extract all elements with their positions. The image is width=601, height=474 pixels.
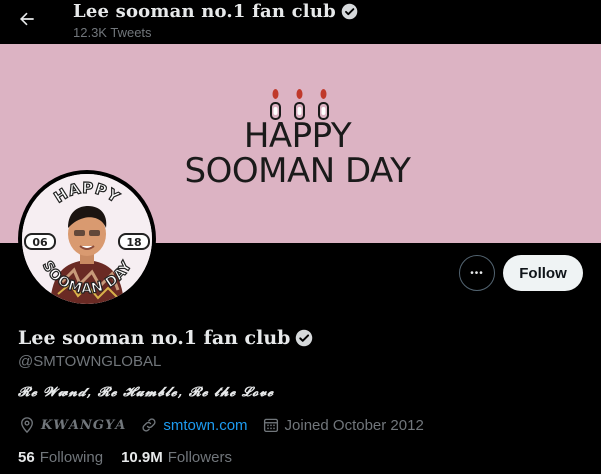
avatar-month: 06 [32,236,48,249]
profile-link[interactable]: smtown.com [163,417,247,434]
followers-stat[interactable]: 10.9M Followers [121,449,232,466]
calendar-icon [263,418,278,433]
link-item[interactable]: smtown.com [140,416,248,434]
location-item: 𝑲𝑾𝑨𝑵𝑮𝒀𝑨 [18,416,126,434]
follow-button[interactable]: Follow [503,255,583,291]
location-icon [21,417,33,434]
profile-name-row: Lee sooman no.1 fan club [18,327,313,349]
display-name: Lee sooman no.1 fan club [18,327,291,349]
tweet-count: 12.3K Tweets [73,25,152,40]
link-icon [142,418,156,432]
joined-date: Joined October 2012 [284,416,424,434]
avatar-image: 06 18 HAPPY SOOMAN DAY [22,174,152,304]
more-icon: ••• [470,267,484,279]
followers-count: 10.9M [121,449,163,466]
header-title: Lee sooman no.1 fan club [73,1,336,22]
avatar-graphic: 06 18 HAPPY SOOMAN DAY [22,174,152,304]
location-text: 𝑲𝑾𝑨𝑵𝑮𝒀𝑨 [41,417,127,433]
followers-label: Followers [167,449,232,466]
following-stat[interactable]: 56 Following [18,449,103,466]
profile-meta: 𝑲𝑾𝑨𝑵𝑮𝒀𝑨 smtown.com Joined October 2012 [18,416,438,434]
following-label: Following [39,449,104,466]
bio: 𝓡𝓮 𝓦𝔀𝓷𝓭, 𝓡𝓮 𝓗𝓾𝓶𝓫𝓵𝓮, 𝓡𝓮 𝓽𝓱𝓮 𝓛𝓸𝓿𝓮 [18,385,275,400]
avatar-day: 18 [126,236,141,249]
banner-line-1: HAPPY [243,116,352,156]
top-bar: Lee sooman no.1 fan club 12.3K Tweets [0,0,601,44]
joined-item: Joined October 2012 [262,416,424,434]
verified-badge-icon [341,3,358,20]
more-button[interactable]: ••• [459,255,495,291]
following-count: 56 [18,449,35,466]
back-button[interactable] [12,4,42,34]
user-handle: @SMTOWNGLOBAL [18,353,162,370]
header-title-row: Lee sooman no.1 fan club [73,1,358,22]
back-arrow-icon [20,12,34,26]
verified-badge-icon[interactable] [295,329,313,347]
follow-stats: 56 Following 10.9M Followers [18,449,250,466]
avatar[interactable]: 06 18 HAPPY SOOMAN DAY [18,170,156,308]
